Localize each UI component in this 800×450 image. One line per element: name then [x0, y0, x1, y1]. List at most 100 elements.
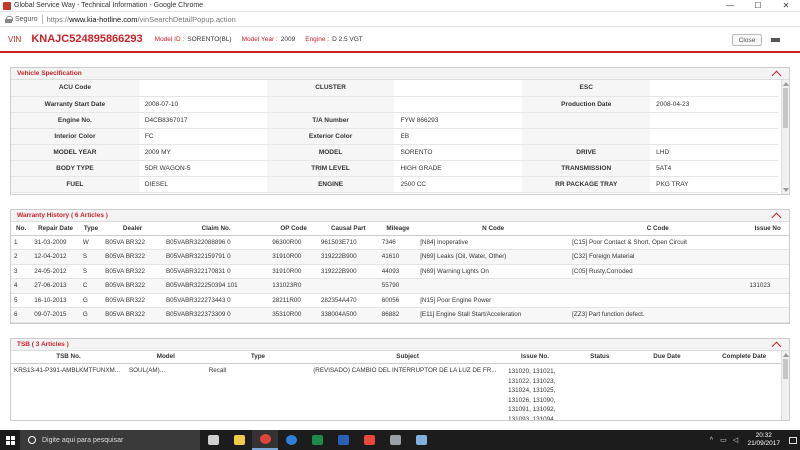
- column-header[interactable]: Mileage: [378, 222, 418, 236]
- close-window-button[interactable]: ✕: [772, 0, 800, 12]
- column-header[interactable]: Type: [79, 222, 103, 236]
- table-cell: B05VABR322088896 0: [162, 235, 270, 250]
- column-header[interactable]: Complete Date: [699, 350, 789, 364]
- taskbar-app-red-button[interactable]: [356, 430, 382, 450]
- tsb-scrollbar[interactable]: [781, 350, 789, 420]
- url-text[interactable]: https://www.kia-hotline.com/vinSearchDet…: [47, 15, 236, 24]
- column-header[interactable]: OP Code: [269, 222, 318, 236]
- spec-value: 2500 CC: [394, 176, 523, 193]
- chevron-up-icon[interactable]: [771, 70, 783, 78]
- column-header[interactable]: Model: [125, 350, 206, 364]
- spec-label: [522, 128, 651, 145]
- spec-label: MODEL: [266, 144, 395, 161]
- taskbar-word-button[interactable]: [330, 430, 356, 450]
- scroll-down-icon[interactable]: [783, 188, 789, 192]
- taskbar-file-explorer-button[interactable]: [226, 430, 252, 450]
- column-header[interactable]: TSB No.: [11, 350, 126, 364]
- cortana-icon: [28, 436, 36, 444]
- column-header[interactable]: Issue No.: [505, 350, 565, 364]
- scroll-up-icon[interactable]: [783, 82, 789, 86]
- taskbar-clock[interactable]: 20:32 21/09/2017: [741, 432, 786, 448]
- spec-label: RR PACKAGE TRAY: [522, 176, 651, 193]
- spec-value: 2008-07-10: [138, 96, 267, 113]
- tsb-header[interactable]: TSB ( 3 Articles ): [10, 337, 790, 351]
- chevron-up-icon[interactable]: [771, 341, 783, 349]
- lock-icon[interactable]: [5, 15, 13, 23]
- spec-row: Warranty Start Date 2008-07-10 Production …: [11, 96, 778, 113]
- volume-icon[interactable]: ◁: [729, 430, 741, 450]
- scroll-up-icon[interactable]: [783, 352, 789, 357]
- taskbar-edge-button[interactable]: [278, 430, 304, 450]
- table-row[interactable]: 2 12-04-2012 S B05VA BR322 B05VABR322159791 …: [11, 249, 789, 265]
- column-header[interactable]: Causal Part: [317, 222, 379, 236]
- table-row[interactable]: 6 09-07-2015 G B05VA BR322 B05VABR322373309 …: [11, 307, 789, 323]
- vin-value: KNAJC524895866293: [31, 33, 143, 45]
- column-header[interactable]: No.: [11, 222, 32, 236]
- taskbar-search[interactable]: Digite aqui para pesquisar: [20, 430, 200, 450]
- address-bar[interactable]: Seguro https://www.kia-hotline.com/vinSe…: [0, 12, 800, 27]
- close-button[interactable]: Close: [732, 34, 762, 46]
- column-header[interactable]: Subject: [310, 350, 506, 364]
- vin-label: VIN: [8, 34, 22, 44]
- column-header[interactable]: Issue No: [746, 222, 789, 236]
- table-row[interactable]: KRS13-41-P391-AMBLKMTFUNXM... SOUL(AM)...…: [11, 363, 789, 420]
- spec-value: [394, 80, 523, 97]
- spec-label: ESC: [522, 80, 651, 97]
- taskbar-app-grey-button[interactable]: [382, 430, 408, 450]
- table-cell: [417, 278, 570, 294]
- scroll-thumb[interactable]: [783, 88, 788, 128]
- taskbar-task-view-button[interactable]: [200, 430, 226, 450]
- table-row[interactable]: 1 31-03-2009 W B05VA BR322 B05VABR322088896 …: [11, 235, 789, 250]
- table-row[interactable]: 3 24-05-2012 S B05VA BR322 B05VABR322170831 …: [11, 264, 789, 279]
- scroll-thumb[interactable]: [783, 358, 788, 379]
- warranty-table: No. Repair Date Type Dealer Claim No. OP Code…: [11, 222, 789, 323]
- table-cell: 31910R00: [269, 264, 318, 279]
- spec-row: Engine No. D4CB8367017 T/A Number FYW 86629…: [11, 112, 778, 129]
- tsb-panel: TSB No. Model Type Subject Issue No. Status Du…: [10, 350, 790, 421]
- column-header[interactable]: C Code: [569, 222, 747, 236]
- taskbar-app-blue-button[interactable]: [408, 430, 434, 450]
- app-grey-icon: [389, 435, 401, 445]
- table-cell: C: [79, 278, 103, 294]
- spec-row: ACU Code CLUSTER ESC: [11, 80, 778, 97]
- network-icon[interactable]: ▭: [717, 430, 729, 450]
- taskbar-chrome-button[interactable]: [252, 430, 278, 450]
- table-row[interactable]: 5 16-10-2013 G B05VA BR322 B05VABR322273443 …: [11, 293, 789, 308]
- window-title: Global Service Way - Technical Informati…: [14, 2, 204, 9]
- column-header[interactable]: Type: [205, 350, 311, 364]
- spec-value: DIESEL: [138, 176, 267, 193]
- secure-label[interactable]: Seguro: [15, 16, 38, 23]
- warranty-header[interactable]: Warranty History ( 6 Articles ): [10, 209, 790, 222]
- task-view-icon: [207, 435, 219, 445]
- minimize-button[interactable]: —: [716, 0, 744, 12]
- table-row[interactable]: 4 27-06-2013 C B05VA BR322 B05VABR322250394 …: [11, 278, 789, 294]
- column-header[interactable]: N Code: [417, 222, 570, 236]
- column-header[interactable]: Due Date: [634, 350, 700, 364]
- notification-icon[interactable]: [786, 430, 800, 450]
- maximize-button[interactable]: ☐: [744, 0, 772, 12]
- spec-value: [650, 112, 778, 129]
- vehicle-spec-header[interactable]: Vehicle Specification: [10, 67, 790, 80]
- start-button[interactable]: [0, 430, 20, 450]
- spec-label: [522, 112, 651, 129]
- engine-value: D 2.5 VGT: [332, 35, 363, 43]
- spec-row: BODY TYPE 5DR WAGON-5 TRIM LEVEL HIGH GRADE…: [11, 160, 778, 177]
- chevron-up-icon[interactable]: [771, 212, 783, 220]
- column-header[interactable]: Repair Date: [31, 222, 80, 236]
- table-cell: B05VABR322273443 0: [162, 293, 270, 308]
- taskbar-excel-button[interactable]: [304, 430, 330, 450]
- table-cell: 282354A470: [317, 293, 379, 308]
- table-cell: SOUL(AM)...: [125, 363, 206, 420]
- chevron-up-icon[interactable]: ^: [705, 430, 717, 450]
- table-cell: [C05] Rusty,Corroded: [569, 264, 747, 279]
- table-cell: [564, 363, 635, 420]
- table-cell: B05VA BR322: [102, 235, 163, 250]
- column-header[interactable]: Dealer: [102, 222, 163, 236]
- print-icon[interactable]: [771, 36, 780, 46]
- tsb-table: TSB No. Model Type Subject Issue No. Status Du…: [11, 350, 789, 420]
- excel-icon: [311, 435, 323, 445]
- spec-scrollbar[interactable]: [781, 80, 789, 194]
- column-header[interactable]: Status: [564, 350, 635, 364]
- column-header[interactable]: Claim No.: [162, 222, 270, 236]
- edge-icon: [285, 435, 297, 445]
